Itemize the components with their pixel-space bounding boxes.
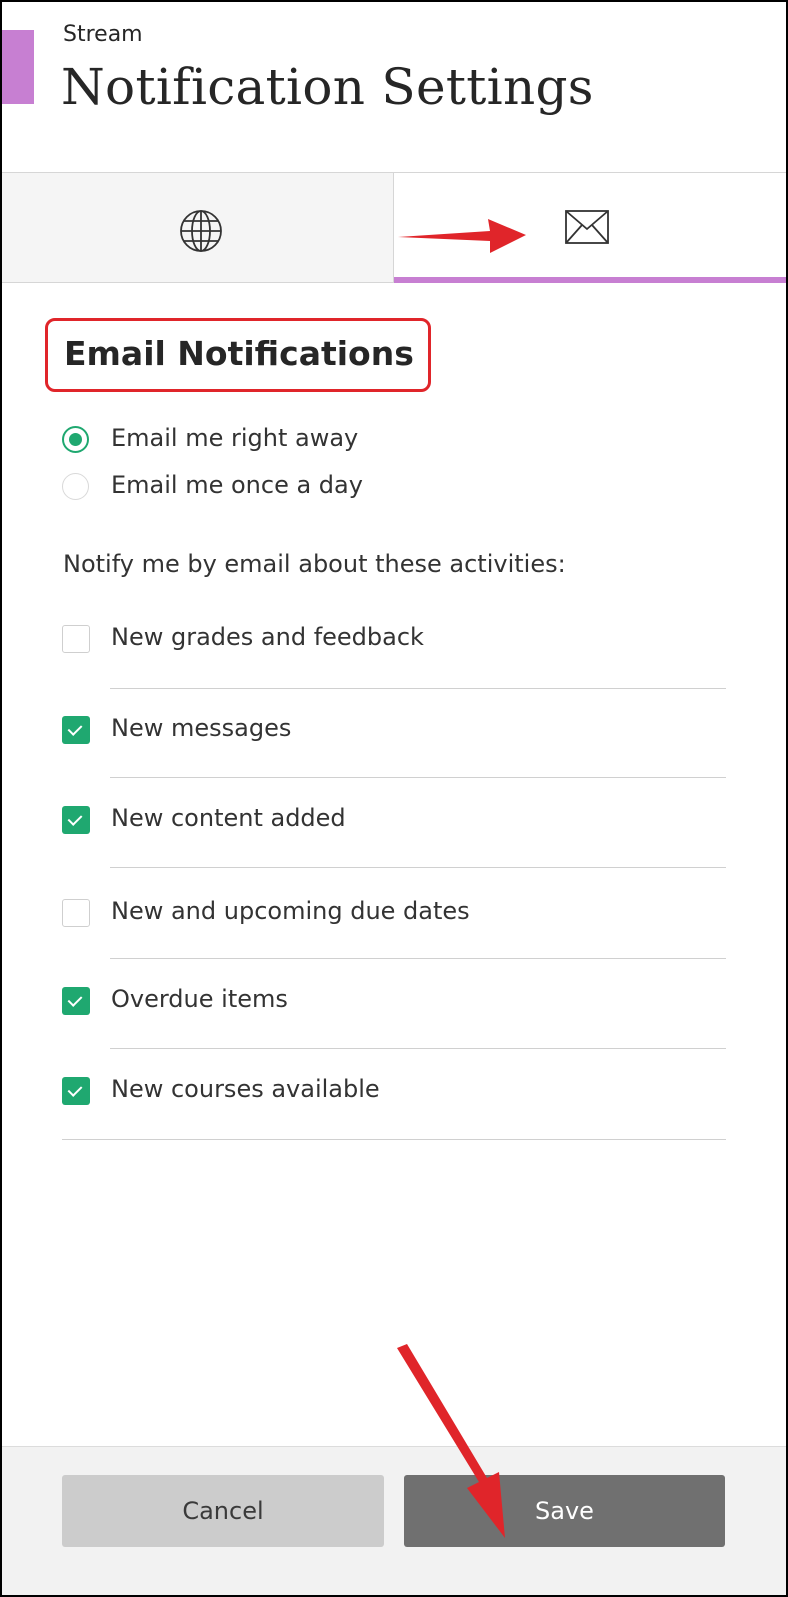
checkbox-checked[interactable] xyxy=(62,1077,90,1105)
checkbox-label: Overdue items xyxy=(111,985,288,1013)
notification-tabs xyxy=(2,172,786,283)
checkbox[interactable] xyxy=(62,899,90,927)
tab-email-notifications[interactable] xyxy=(394,173,786,283)
footer-bar: Cancel Save xyxy=(2,1446,786,1595)
checkbox-label: New content added xyxy=(111,804,346,832)
radio-button-selected[interactable] xyxy=(62,426,89,453)
save-button[interactable]: Save xyxy=(404,1475,725,1547)
checkbox[interactable] xyxy=(62,625,90,653)
page-title: Notification Settings xyxy=(61,58,594,116)
checkbox-checked[interactable] xyxy=(62,806,90,834)
divider xyxy=(110,688,726,689)
divider xyxy=(110,1048,726,1049)
checkbox-row-due-dates[interactable]: New and upcoming due dates xyxy=(62,897,726,989)
section-title: Email Notifications xyxy=(64,334,414,373)
checkbox-row-content[interactable]: New content added xyxy=(62,804,726,896)
divider xyxy=(110,958,726,959)
checkbox-row-grades[interactable]: New grades and feedback xyxy=(62,623,726,715)
checkbox-row-messages[interactable]: New messages xyxy=(62,714,726,806)
checkbox-row-overdue[interactable]: Overdue items xyxy=(62,985,726,1077)
radio-button[interactable] xyxy=(62,473,89,500)
breadcrumb: Stream xyxy=(63,22,143,47)
radio-label: Email me right away xyxy=(111,424,359,452)
radio-label: Email me once a day xyxy=(111,471,363,499)
divider xyxy=(110,867,726,868)
divider xyxy=(110,777,726,778)
divider xyxy=(62,1139,726,1140)
checkbox-checked[interactable] xyxy=(62,716,90,744)
notification-settings-panel: Stream Notification Settings Email Notif… xyxy=(0,0,788,1597)
cancel-button[interactable]: Cancel xyxy=(62,1475,384,1547)
envelope-icon xyxy=(565,210,609,244)
checkbox-label: New courses available xyxy=(111,1075,380,1103)
activities-label: Notify me by email about these activitie… xyxy=(63,550,566,578)
selected-tab-indicator xyxy=(394,277,786,283)
panel-accent-tab xyxy=(2,30,34,104)
checkbox-label: New messages xyxy=(111,714,292,742)
checkbox-row-courses[interactable]: New courses available xyxy=(62,1075,726,1167)
tab-web-notifications[interactable] xyxy=(2,173,394,283)
checkbox-label: New and upcoming due dates xyxy=(111,897,470,925)
globe-icon xyxy=(180,210,222,252)
checkbox-checked[interactable] xyxy=(62,987,90,1015)
checkbox-label: New grades and feedback xyxy=(111,623,424,651)
